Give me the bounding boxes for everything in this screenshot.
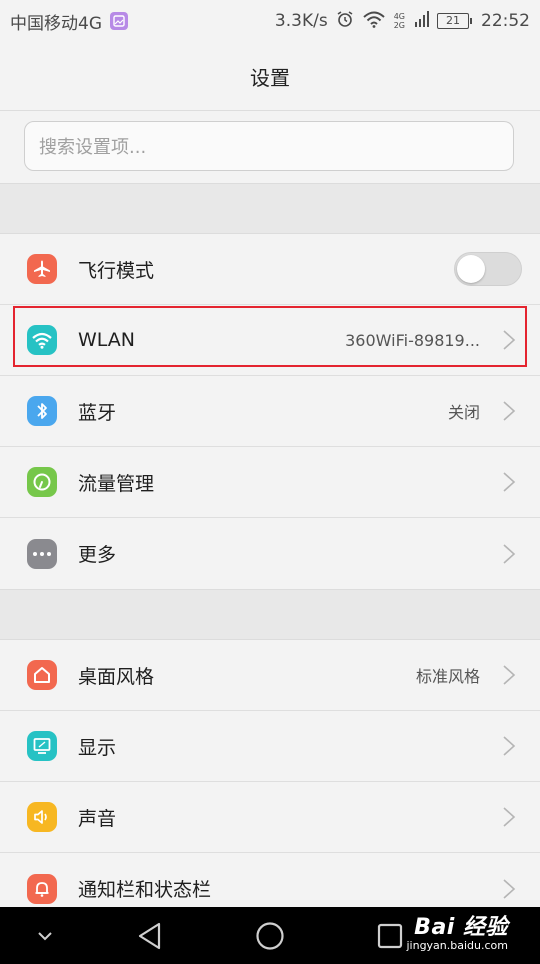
bluetooth-icon [27, 396, 57, 426]
chevron-right-icon [503, 665, 516, 685]
page-title-bar: 设置 [0, 42, 540, 110]
section-gap [0, 183, 540, 234]
airplane-icon [27, 254, 57, 284]
wlan-row[interactable]: WLAN 360WiFi-89819... [0, 305, 540, 376]
alarm-icon [336, 10, 354, 33]
sound-label: 声音 [78, 807, 117, 830]
sound-icon [27, 802, 57, 832]
watermark-site: jingyan.baidu.com [406, 939, 508, 952]
more-row[interactable]: 更多 [0, 518, 540, 589]
desktop-style-value: 标准风格 [415, 667, 480, 686]
chevron-right-icon [503, 807, 516, 827]
watermark-logo: Bai 经验 [414, 915, 508, 940]
desktop-style-row[interactable]: 桌面风格 标准风格 [0, 640, 540, 711]
display-row[interactable]: 显示 [0, 711, 540, 782]
back-icon[interactable] [130, 907, 170, 964]
wifi-signal-icon [362, 10, 386, 33]
wlan-value: 360WiFi-89819... [345, 330, 480, 350]
search-placeholder: 搜索设置项... [39, 137, 147, 158]
network-type: 4G 2G [393, 12, 405, 30]
data-usage-label: 流量管理 [78, 472, 155, 495]
display-icon [27, 731, 57, 761]
chevron-right-icon [503, 543, 516, 564]
bluetooth-row[interactable]: 蓝牙 关闭 [0, 376, 540, 447]
chevron-down-icon[interactable] [28, 907, 62, 964]
bluetooth-label: 蓝牙 [78, 401, 117, 424]
data-usage-row[interactable]: 流量管理 [0, 447, 540, 518]
desktop-style-label: 桌面风格 [78, 665, 155, 688]
battery-icon: 21 [437, 13, 472, 29]
bluetooth-value: 关闭 [447, 403, 480, 422]
wlan-label: WLAN [78, 329, 136, 351]
wifi-icon [27, 325, 57, 355]
gallery-icon [110, 12, 128, 30]
airplane-mode-row[interactable]: 飞行模式 [0, 234, 540, 305]
home-circle-icon[interactable] [250, 907, 290, 964]
chevron-right-icon [503, 472, 516, 492]
home-icon [27, 660, 57, 690]
chevron-right-icon [503, 736, 516, 756]
status-bar: 中国移动4G 3.3K/s 4G 2G 21 22:52 [0, 0, 540, 42]
page-title: 设置 [250, 65, 290, 90]
notification-label: 通知栏和状态栏 [78, 879, 212, 901]
chevron-right-icon [503, 401, 516, 421]
baidu-watermark: Bai 经验 jingyan.baidu.com [406, 909, 508, 952]
data-usage-icon [27, 467, 57, 497]
notification-icon [27, 873, 57, 904]
more-icon [27, 538, 57, 569]
section-gap [0, 589, 540, 640]
airplane-mode-label: 飞行模式 [78, 259, 155, 282]
search-input[interactable]: 搜索设置项... [24, 121, 514, 171]
more-label: 更多 [78, 544, 117, 566]
chevron-right-icon [503, 878, 516, 899]
airplane-mode-toggle[interactable] [454, 252, 522, 286]
cell-signal-icon [415, 10, 429, 33]
clock: 22:52 [481, 11, 530, 31]
toggle-knob [457, 255, 485, 283]
search-area: 搜索设置项... [0, 111, 540, 183]
sound-row[interactable]: 声音 [0, 782, 540, 853]
network-speed: 3.3K/s [274, 11, 328, 31]
chevron-right-icon [503, 330, 516, 350]
carrier-label: 中国移动4G [10, 13, 102, 34]
recents-icon[interactable] [370, 907, 410, 964]
display-label: 显示 [78, 736, 117, 759]
